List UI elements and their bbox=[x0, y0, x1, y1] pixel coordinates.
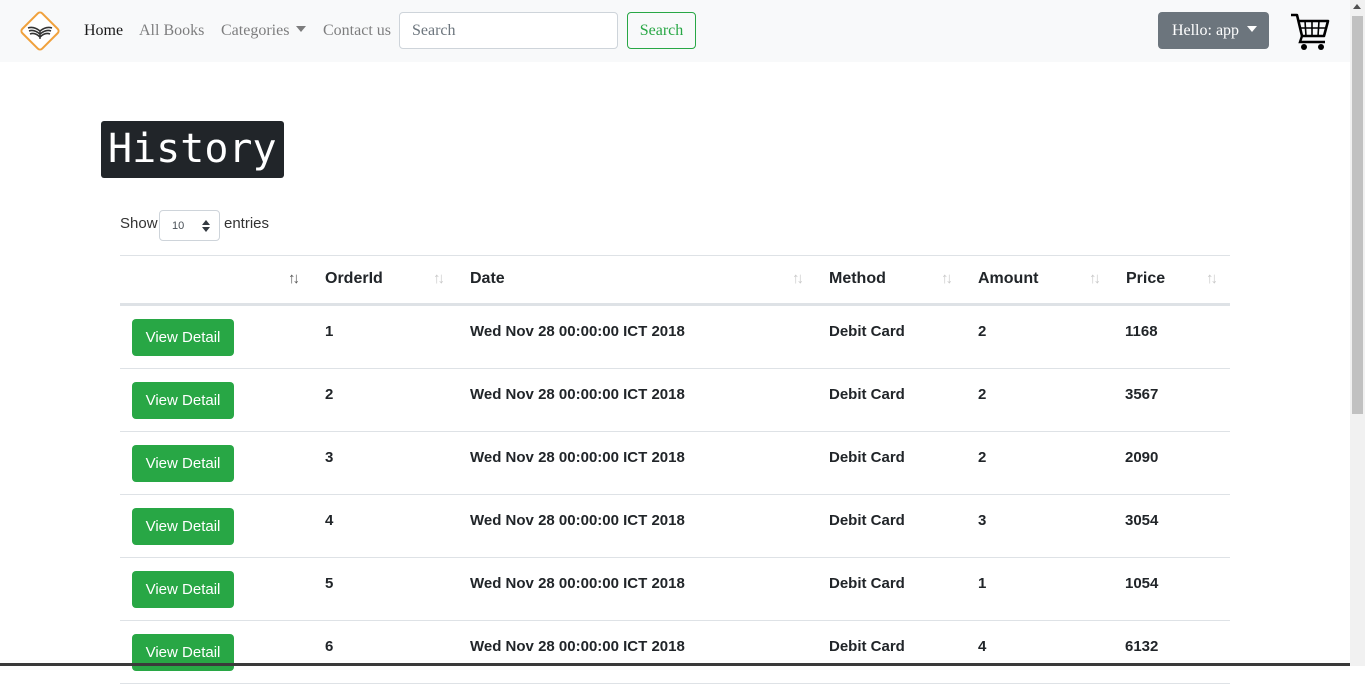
cell-method: Debit Card bbox=[829, 575, 905, 592]
show-label: Show bbox=[120, 215, 158, 232]
cell-amount: 4 bbox=[978, 638, 987, 655]
cell-price: 3567 bbox=[1125, 386, 1159, 403]
cell-price: 2090 bbox=[1125, 449, 1159, 466]
cell-amount: 2 bbox=[978, 386, 987, 403]
table-row: View Detail 5 Wed Nov 28 00:00:00 ICT 2018… bbox=[120, 558, 1230, 621]
entries-label: entries bbox=[224, 215, 270, 232]
entries-select[interactable]: 10 bbox=[159, 210, 220, 241]
cell-method: Debit Card bbox=[829, 638, 905, 655]
cell-amount: 2 bbox=[978, 323, 987, 340]
cell-date: Wed Nov 28 00:00:00 ICT 2018 bbox=[470, 386, 685, 403]
cell-orderid: 3 bbox=[325, 449, 334, 466]
search-input[interactable] bbox=[399, 12, 618, 49]
view-detail-button[interactable]: View Detail bbox=[132, 571, 234, 608]
cell-date: Wed Nov 28 00:00:00 ICT 2018 bbox=[470, 449, 685, 466]
search-button[interactable]: Search bbox=[627, 12, 696, 49]
view-detail-button[interactable]: View Detail bbox=[132, 382, 234, 419]
table-row: View Detail 2 Wed Nov 28 00:00:00 ICT 2018… bbox=[120, 369, 1230, 432]
nav-home[interactable]: Home bbox=[84, 22, 123, 40]
sort-icon[interactable]: ↑↓ bbox=[433, 270, 445, 287]
entries-select-value: 10 bbox=[172, 220, 185, 232]
nav-contact[interactable]: Contact us bbox=[323, 22, 391, 40]
cell-date: Wed Nov 28 00:00:00 ICT 2018 bbox=[470, 512, 685, 529]
column-header-date[interactable]: Date bbox=[470, 270, 505, 288]
scroll-thumb[interactable] bbox=[1352, 16, 1363, 414]
cell-orderid: 4 bbox=[325, 512, 334, 529]
scroll-up-icon[interactable] bbox=[1353, 4, 1361, 9]
book-logo-icon[interactable] bbox=[18, 9, 62, 53]
cell-price: 6132 bbox=[1125, 638, 1159, 655]
caret-down-icon bbox=[1247, 25, 1258, 32]
table-row: View Detail 6 Wed Nov 28 00:00:00 ICT 2018… bbox=[120, 621, 1230, 684]
sort-icon[interactable]: ↑↓ bbox=[1089, 270, 1101, 287]
navbar: Home All Books Categories Contact us Sea… bbox=[0, 0, 1350, 62]
cell-amount: 1 bbox=[978, 575, 987, 592]
user-menu-button[interactable]: Hello: app bbox=[1158, 12, 1269, 49]
user-menu-label: Hello: app bbox=[1171, 21, 1240, 39]
cell-price: 1054 bbox=[1125, 575, 1159, 592]
column-header-orderid[interactable]: OrderId bbox=[325, 270, 383, 288]
sort-icon[interactable]: ↑↓ bbox=[792, 270, 804, 287]
sort-icon[interactable]: ↑↓ bbox=[1206, 270, 1218, 287]
table-row: View Detail 1 Wed Nov 28 00:00:00 ICT 2018… bbox=[120, 306, 1230, 369]
page-title: History bbox=[101, 121, 284, 178]
cell-amount: 2 bbox=[978, 449, 987, 466]
sort-icon[interactable]: ↑↓ bbox=[941, 270, 953, 287]
view-detail-button[interactable]: View Detail bbox=[132, 508, 234, 545]
column-header-amount[interactable]: Amount bbox=[978, 270, 1038, 288]
cell-orderid: 6 bbox=[325, 638, 334, 655]
nav-categories[interactable]: Categories bbox=[221, 22, 307, 40]
column-header-method[interactable]: Method bbox=[829, 270, 886, 288]
cell-price: 3054 bbox=[1125, 512, 1159, 529]
nav-categories-label: Categories bbox=[221, 22, 290, 39]
cell-orderid: 5 bbox=[325, 575, 334, 592]
view-detail-button[interactable]: View Detail bbox=[132, 319, 234, 356]
table-row: View Detail 4 Wed Nov 28 00:00:00 ICT 2018… bbox=[120, 495, 1230, 558]
cell-method: Debit Card bbox=[829, 449, 905, 466]
cell-method: Debit Card bbox=[829, 512, 905, 529]
cell-date: Wed Nov 28 00:00:00 ICT 2018 bbox=[470, 323, 685, 340]
cell-date: Wed Nov 28 00:00:00 ICT 2018 bbox=[470, 638, 685, 655]
cell-price: 1168 bbox=[1125, 323, 1158, 340]
column-header-price[interactable]: Price bbox=[1126, 270, 1165, 288]
table-row: View Detail 3 Wed Nov 28 00:00:00 ICT 2018… bbox=[120, 432, 1230, 495]
table-top-border bbox=[120, 255, 1230, 256]
sort-icon[interactable]: ↑↓ bbox=[288, 270, 300, 287]
select-arrows-icon bbox=[202, 220, 210, 232]
nav-all-books[interactable]: All Books bbox=[139, 22, 204, 40]
scrollbar[interactable] bbox=[1350, 0, 1365, 666]
cell-method: Debit Card bbox=[829, 386, 905, 403]
cell-orderid: 1 bbox=[325, 323, 334, 340]
cell-orderid: 2 bbox=[325, 386, 334, 403]
cell-date: Wed Nov 28 00:00:00 ICT 2018 bbox=[470, 575, 685, 592]
cell-method: Debit Card bbox=[829, 323, 905, 340]
cell-amount: 3 bbox=[978, 512, 987, 529]
view-detail-button[interactable]: View Detail bbox=[132, 445, 234, 482]
cart-icon[interactable] bbox=[1289, 10, 1331, 52]
caret-down-icon bbox=[296, 26, 307, 32]
